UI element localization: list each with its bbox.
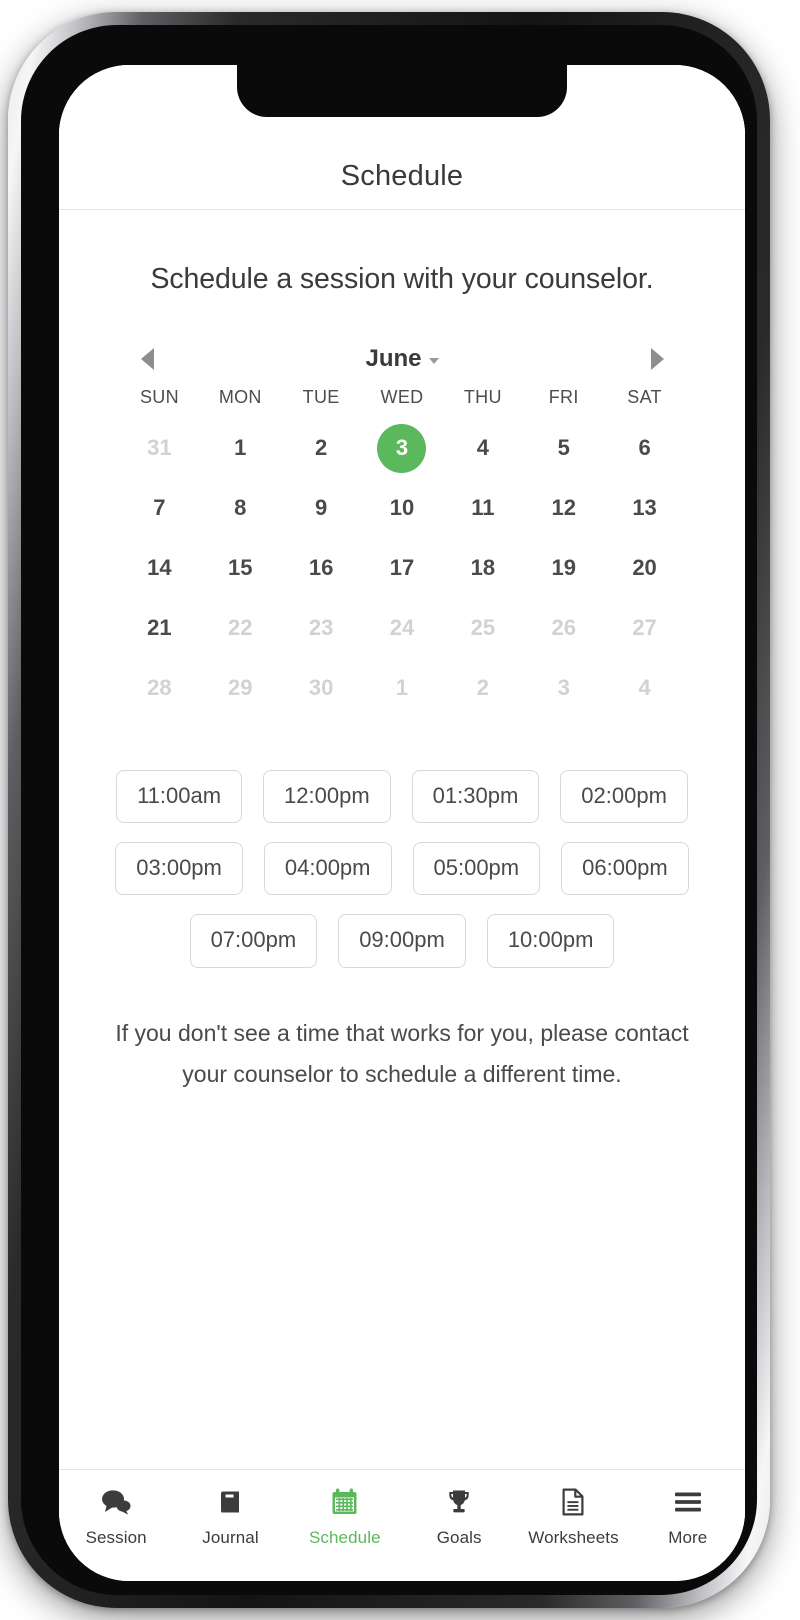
calendar-weekday-header: SUN MON TUE WED THU FRI SAT <box>119 387 685 408</box>
bottom-tab-bar: Session Journal Schedule Goals Worksheets Mor… <box>59 1469 745 1581</box>
calendar-icon <box>331 1487 358 1517</box>
book-icon <box>216 1487 244 1517</box>
time-slot-button[interactable]: 05:00pm <box>412 842 541 896</box>
calendar-day[interactable]: 11 <box>442 478 523 538</box>
tab-label: More <box>668 1528 708 1547</box>
calendar-day[interactable]: 18 <box>442 538 523 598</box>
calendar-day: 3 <box>557 675 570 700</box>
phone-notch <box>237 65 567 117</box>
trophy-icon <box>445 1487 473 1517</box>
app-root: Schedule Schedule a session with your co… <box>59 65 745 1581</box>
calendar-weekday-label: WED <box>380 387 424 407</box>
calendar-weekday-label: FRI <box>548 387 579 407</box>
hamburger-menu-icon <box>674 1487 702 1517</box>
calendar-day[interactable]: 21 <box>119 598 200 658</box>
time-slot-button[interactable]: 01:30pm <box>411 770 540 824</box>
time-slot-list: 11:00am 12:00pm 01:30pm 02:00pm 03:00pm 04:00… <box>77 770 727 968</box>
calendar-day: 29 <box>228 675 253 700</box>
calendar-weekday-label: THU <box>463 387 502 407</box>
calendar-month-label: June <box>365 345 422 372</box>
calendar-day: 28 <box>147 675 172 700</box>
tab-label: Worksheets <box>528 1528 619 1547</box>
calendar-day[interactable]: 20 <box>604 538 685 598</box>
calendar-day[interactable]: 7 <box>119 478 200 538</box>
calendar-day[interactable]: 12 <box>523 478 604 538</box>
calendar-day-selected[interactable]: 3 <box>362 418 443 478</box>
calendar-day[interactable]: 8 <box>200 478 281 538</box>
tab-label: Schedule <box>308 1528 381 1547</box>
time-slot-button[interactable]: 07:00pm <box>189 914 318 968</box>
calendar-day[interactable]: 10 <box>362 478 443 538</box>
document-icon <box>561 1487 585 1517</box>
calendar-weekday-label: SAT <box>627 387 662 407</box>
calendar-header: June <box>119 339 685 379</box>
calendar-day: 1 <box>395 675 409 700</box>
triangle-right-icon <box>650 348 664 370</box>
calendar-day: 4 <box>638 675 651 700</box>
phone-bezel: Schedule Schedule a session with your co… <box>21 25 757 1595</box>
calendar-day[interactable]: 19 <box>523 538 604 598</box>
phone-frame: Schedule Schedule a session with your co… <box>8 12 770 1608</box>
calendar-day[interactable]: 15 <box>200 538 281 598</box>
calendar-day[interactable]: 9 <box>281 478 362 538</box>
calendar-day: 31 <box>147 435 172 460</box>
tab-label: Journal <box>202 1528 259 1547</box>
phone-screen: Schedule Schedule a session with your co… <box>59 65 745 1581</box>
calendar-prev-month-button[interactable] <box>127 339 167 379</box>
time-slot-button[interactable]: 12:00pm <box>263 770 391 824</box>
calendar-day[interactable]: 17 <box>362 538 443 598</box>
schedule-note-line-1: If you don't see a time that works for y… <box>115 1019 609 1046</box>
tab-label: Session <box>85 1528 147 1547</box>
calendar-weekday-label: MON <box>218 387 262 407</box>
tab-schedule[interactable]: Schedule <box>288 1487 402 1548</box>
calendar-weekday-label: TUE <box>302 387 340 407</box>
time-slot-button[interactable]: 10:00pm <box>486 914 615 968</box>
calendar-day[interactable]: 4 <box>442 418 523 478</box>
triangle-left-icon <box>140 348 154 370</box>
calendar-day: 26 <box>551 615 576 640</box>
calendar-day[interactable]: 5 <box>523 418 604 478</box>
calendar-widget: June SUN MON TUE WED THU FRI SAT 31 1 2 3 4 5 6 7 8 9 10… <box>119 339 685 718</box>
calendar-day-label: 3 <box>377 423 427 473</box>
tab-label: Goals <box>436 1528 482 1547</box>
time-slot-button[interactable]: 02:00pm <box>560 770 688 824</box>
tab-session[interactable]: Session <box>59 1487 173 1548</box>
calendar-day: 2 <box>476 675 489 700</box>
calendar-day: 24 <box>389 615 415 640</box>
calendar-day-grid: 31 1 2 3 4 5 6 7 8 9 10 11 12 13 14 15 16 17 18 19 20 21 22 23 2… <box>119 418 685 718</box>
calendar-day[interactable]: 16 <box>281 538 362 598</box>
calendar-day[interactable]: 2 <box>281 418 362 478</box>
calendar-day: 23 <box>308 615 334 640</box>
tab-journal[interactable]: Journal <box>173 1487 287 1548</box>
calendar-day[interactable]: 14 <box>119 538 200 598</box>
calendar-day[interactable]: 13 <box>604 478 685 538</box>
time-slot-button[interactable]: 06:00pm <box>561 842 689 896</box>
tab-worksheets[interactable]: Worksheets <box>516 1487 630 1548</box>
time-slot-button[interactable]: 04:00pm <box>263 842 392 896</box>
headline: Schedule a session with your counselor. <box>150 263 654 295</box>
calendar-day[interactable]: 6 <box>604 418 685 478</box>
calendar-day: 22 <box>228 615 253 640</box>
calendar-next-month-button[interactable] <box>637 339 677 379</box>
calendar-day: 30 <box>308 675 334 700</box>
time-slot-button[interactable]: 03:00pm <box>115 842 243 896</box>
caret-down-icon <box>428 357 439 364</box>
tab-goals[interactable]: Goals <box>402 1487 516 1548</box>
page-title: Schedule <box>340 160 464 192</box>
schedule-note: If you don't see a time that works for y… <box>97 1013 707 1096</box>
calendar-day: 25 <box>470 615 496 640</box>
chat-bubbles-icon <box>101 1487 131 1517</box>
calendar-day: 27 <box>632 615 657 640</box>
calendar-month-selector[interactable]: June <box>365 345 439 373</box>
calendar-weekday-label: SUN <box>139 387 179 407</box>
time-slot-button[interactable]: 09:00pm <box>338 914 466 968</box>
content-scroll-area: Schedule a session with your counselor. … <box>59 210 745 1469</box>
time-slot-button[interactable]: 11:00am <box>116 770 243 824</box>
tab-more[interactable]: More <box>631 1487 745 1548</box>
calendar-day[interactable]: 1 <box>200 418 281 478</box>
